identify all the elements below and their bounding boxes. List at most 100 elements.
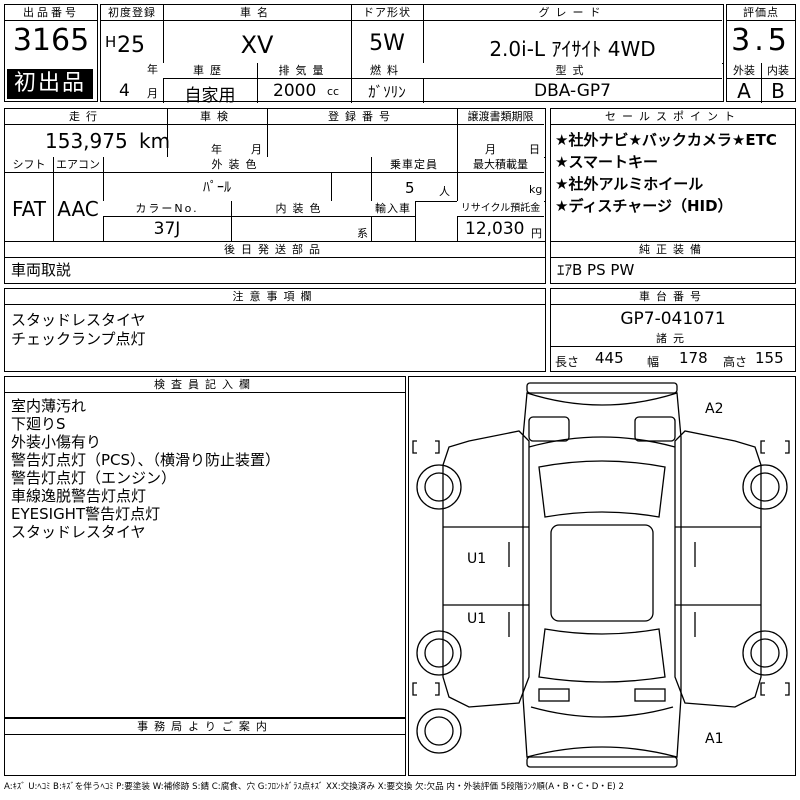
inspector-box: 検査員記入欄 室内薄汚れ 下廻りS 外装小傷有り 警告灯点灯（PCS）、（横滑り… (4, 376, 406, 718)
later-parts-label: 後日発送部品 (5, 242, 545, 258)
era-letter: H (105, 33, 116, 51)
score-box: 評価点 3.5 外装 内装 A B (726, 4, 796, 102)
caution-line: チェックランプ点灯 (11, 330, 146, 349)
first-reg-month: 4 (119, 81, 130, 101)
inspector-label: 検査員記入欄 (5, 377, 405, 393)
first-reg-year: 25 (117, 33, 145, 58)
shift-label: シフト (5, 157, 53, 173)
ext-score-label: 外装 (727, 63, 761, 79)
inspection-month-unit: 月 (251, 141, 262, 157)
cautions-label: 注意事項欄 (5, 289, 545, 305)
inspector-line: EYESIGHT警告灯点灯 (11, 505, 280, 523)
transfer-month-unit: 月 (485, 141, 496, 157)
capacity-unit: 人 (439, 183, 450, 199)
history-label: 車歴 (163, 63, 257, 79)
legend-text: A:ｷｽﾞ U:ﾍｺﾐ B:ｷｽﾞを伴うﾍｺﾐ P:要塗装 W:補修跡 S:錆 … (4, 780, 796, 794)
int-score-label: 内装 (761, 63, 795, 79)
inspector-line: 下廻りS (11, 415, 280, 433)
length-value: 445 (595, 349, 624, 367)
later-parts-box: 後日発送部品 車両取説 (4, 242, 546, 284)
inspection-year-unit: 年 (211, 141, 222, 157)
color-no-label: カラーNo. (103, 201, 231, 217)
chassis-box: 車台番号 GP7-041071 諸元 長さ 445 幅 178 高さ 155 (550, 288, 796, 372)
car-outline-diagram (409, 377, 795, 775)
ext-color-label: 外装色 (103, 157, 371, 173)
inspector-line: スタッドレスタイヤ (11, 523, 280, 541)
history-value: 自家用 (163, 81, 257, 106)
ext-color-value: ﾊﾟｰﾙ (103, 177, 331, 197)
inspector-line: 車線逸脱警告灯点灯 (11, 487, 280, 505)
recycle-value: 12,030 (465, 219, 524, 239)
transfer-day-unit: 日 (529, 141, 540, 157)
car-name-value: XV (163, 31, 351, 59)
color-no-value: 37J (103, 219, 231, 239)
damage-mark-front-right: A2 (705, 401, 723, 417)
model-label: 型式 (423, 63, 722, 79)
import-label: 輸入車 (371, 201, 415, 217)
month-unit: 月 (147, 85, 158, 101)
int-score-value: B (761, 79, 795, 103)
length-label: 長さ (555, 353, 579, 370)
sales-point-line: ★スマートキー (555, 151, 777, 173)
max-load-label: 最大積載量 (457, 157, 544, 173)
transfer-docs-label: 譲渡書類期限 (457, 109, 544, 125)
aircon-label: エアコン (53, 157, 103, 173)
grade-value: 2.0i-L ｱｲｻｲﾄ 4WD (423, 33, 722, 62)
recycle-unit: 円 (531, 225, 542, 241)
height-value: 155 (755, 349, 784, 367)
chassis-label: 車台番号 (551, 289, 795, 305)
genuine-box: 純正装備 ｴｱB PS PW (550, 242, 796, 284)
lot-number: 3165 (5, 23, 97, 58)
displacement-unit: cc (327, 85, 339, 98)
damage-mark-left-rear-door: U1 (467, 611, 486, 627)
fuel-label: 燃料 (351, 63, 423, 79)
shift-value: FAT (5, 197, 53, 221)
genuine-value: ｴｱB PS PW (557, 262, 634, 279)
sales-points-label: セールスポイント (551, 109, 795, 125)
inspector-line: 警告灯点灯（PCS）、（横滑り防止装置） (11, 451, 280, 469)
width-label: 幅 (647, 353, 659, 370)
width-value: 178 (679, 349, 708, 367)
max-load-unit: kg (529, 183, 542, 196)
genuine-label: 純正装備 (551, 242, 795, 258)
inspector-line: 警告灯点灯（エンジン） (11, 469, 280, 487)
mileage-unit: km (139, 129, 170, 153)
later-parts-value: 車両取説 (11, 262, 71, 279)
sales-point-line: ★社外ナビ★バックカメラ★ETC (555, 129, 777, 151)
door-value: 5W (351, 31, 423, 56)
model-value: DBA-GP7 (423, 81, 722, 101)
mileage-label: 走行 (5, 109, 167, 125)
int-color-unit: 系 (357, 225, 368, 241)
damage-mark-rear-right: A1 (705, 731, 723, 747)
top-grid: 初度登録 車名 ドア形状 グレード H 25 年 XV 5W 2.0i-L ｱｲ… (100, 4, 724, 102)
displacement-label: 排気量 (257, 63, 351, 79)
score-value: 3.5 (727, 23, 795, 58)
int-color-label: 内装色 (231, 201, 371, 217)
sales-point-line: ★ディスチャージ（HID） (555, 195, 777, 217)
cautions-box: 注意事項欄 スタッドレスタイヤ チェックランプ点灯 (4, 288, 546, 372)
lot-box: 出品番号 3165 初出品 (4, 4, 98, 102)
office-label: 事務局よりご案内 (5, 719, 405, 735)
damage-mark-left-front-door: U1 (467, 551, 486, 567)
capacity-value: 5 (405, 179, 415, 197)
height-label: 高さ (723, 353, 747, 370)
car-name-label: 車名 (163, 5, 351, 21)
grade-label: グレード (423, 5, 722, 21)
inspector-line: 外装小傷有り (11, 433, 280, 451)
mileage-grid: 走行 車検 登録番号 譲渡書類期限 153,975 km 年 月 月 日 シフト… (4, 108, 546, 242)
first-reg-label: 初度登録 (101, 5, 163, 21)
mileage-value: 153,975 (45, 129, 128, 153)
capacity-label: 乗車定員 (371, 157, 457, 173)
recycle-label: リサイクル預託金 (457, 201, 544, 217)
first-listing-badge: 初出品 (7, 69, 93, 99)
lot-label: 出品番号 (5, 5, 97, 21)
office-box: 事務局よりご案内 (4, 718, 406, 776)
fuel-value: ｶﾞｿﾘﾝ (351, 81, 423, 102)
door-label: ドア形状 (351, 5, 423, 21)
caution-line: スタッドレスタイヤ (11, 311, 146, 330)
ext-score-value: A (727, 79, 761, 103)
sales-points-box: セールスポイント ★社外ナビ★バックカメラ★ETC ★スマートキー ★社外アルミ… (550, 108, 796, 242)
chassis-value: GP7-041071 (551, 309, 795, 329)
inspection-label: 車検 (167, 109, 267, 125)
reg-no-label: 登録番号 (267, 109, 457, 125)
